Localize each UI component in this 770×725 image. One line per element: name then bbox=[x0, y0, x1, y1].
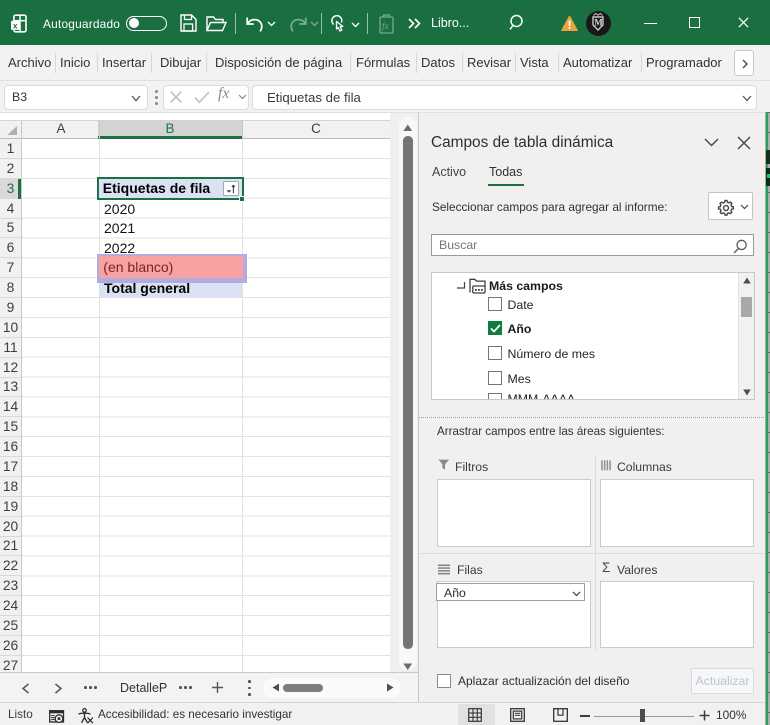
svg-text:fx: fx bbox=[382, 21, 389, 31]
svg-text:M: M bbox=[594, 18, 603, 28]
svg-text:x: x bbox=[13, 21, 18, 30]
